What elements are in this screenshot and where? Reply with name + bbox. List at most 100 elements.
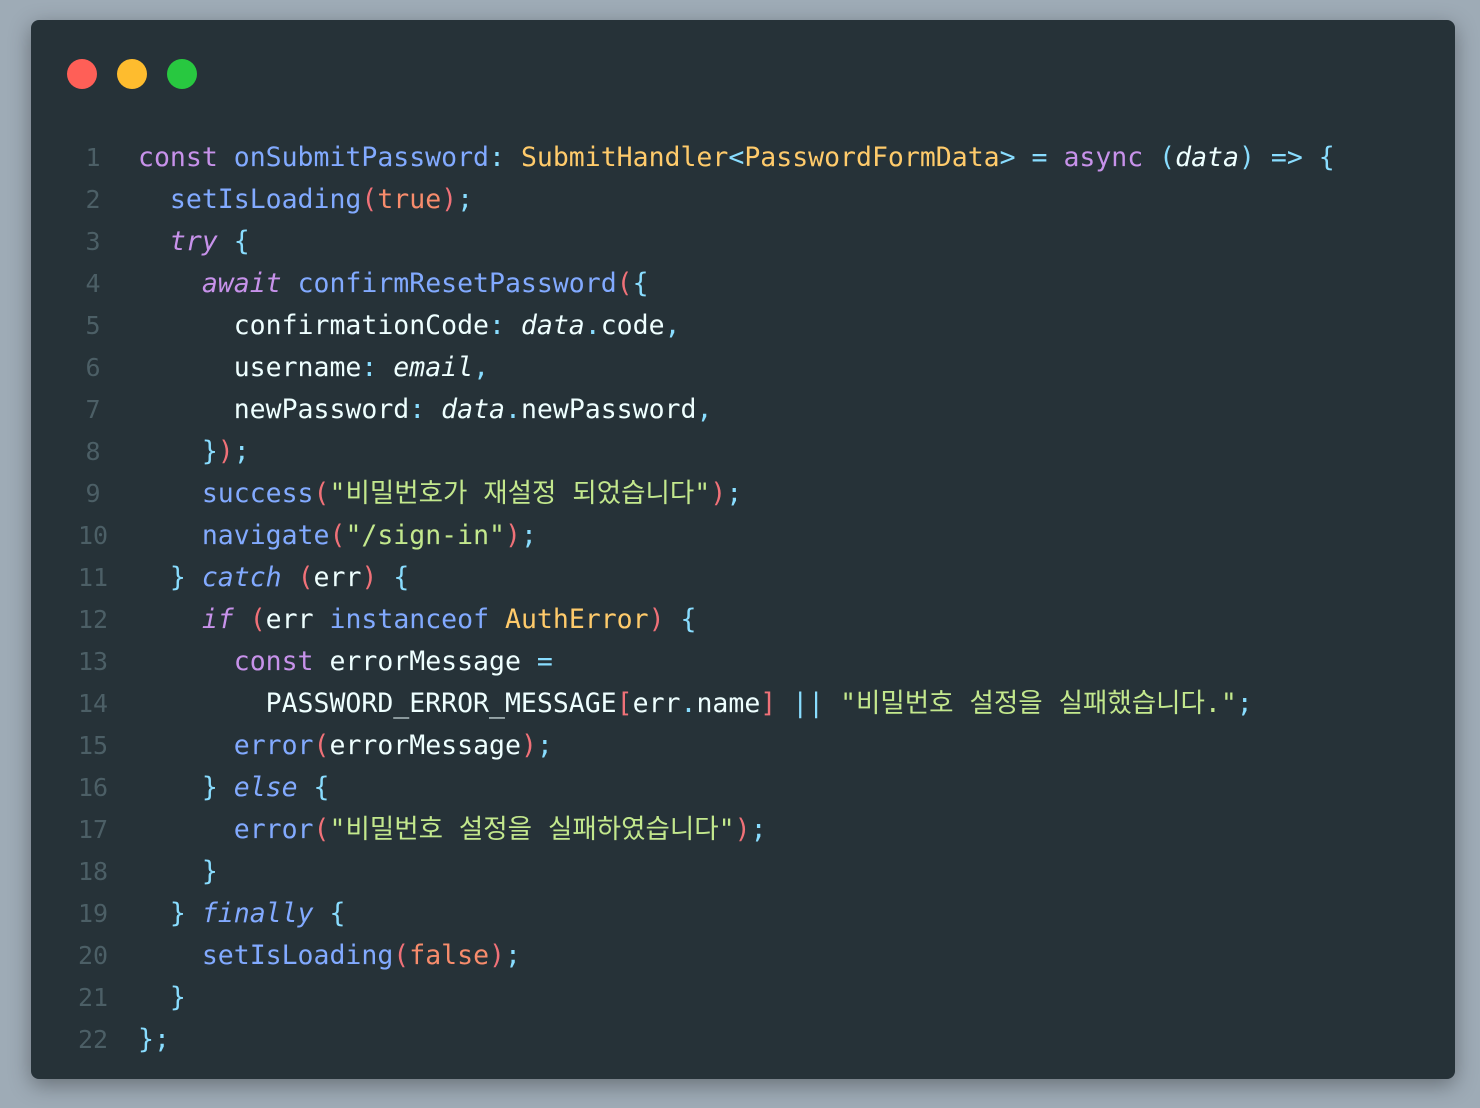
code-token: [ [616,688,633,719]
code-token: ( [1159,142,1176,173]
line-number: 1 [85,143,101,172]
code-token: } [201,436,218,467]
code-token: async [1063,142,1160,173]
code-line: 20 setIsLoading(false); [31,935,1455,977]
code-token: } [169,562,202,593]
code-token: , [696,394,713,425]
code-token: false [409,940,490,971]
code-line: 18 } [31,851,1455,893]
code-token: }; [138,1024,170,1055]
code-token: await [201,268,298,299]
code-line: 2 setIsLoading(true); [31,179,1455,221]
code-text: newPassword: data.newPassword, [138,389,713,431]
code-token: ; [233,436,250,467]
code-token: = [536,646,553,677]
code-text: success("비밀번호가 재설정 되었습니다"); [138,473,742,515]
code-token: : [361,352,394,383]
close-dot-icon[interactable] [67,59,97,89]
code-token: "비밀번호가 재설정 되었습니다" [329,478,711,509]
code-token: : [489,142,521,173]
code-token: > = [999,142,1064,173]
code-token: setIsLoading [201,940,394,971]
minimize-dot-icon[interactable] [117,59,147,89]
maximize-dot-icon[interactable] [167,59,197,89]
code-token: ] [760,688,777,719]
line-number: 18 [77,857,109,886]
code-token: ) [520,730,537,761]
code-token: data [520,310,585,341]
code-token: { [297,772,330,803]
code-token: data [441,394,505,425]
code-line: 5 confirmationCode: data.code, [31,305,1455,347]
code-text: error("비밀번호 설정을 실패하였습니다"); [138,809,767,851]
line-number: 4 [85,269,101,298]
code-token: error [233,814,314,845]
code-line: 3 try { [31,221,1455,263]
code-token: PASSWORD_ERROR_MESSAGE [138,688,617,719]
code-window: 1 const onSubmitPassword: SubmitHandler<P… [31,20,1455,1079]
line-number: 11 [77,563,109,592]
code-token: if [201,604,250,635]
code-token: ( [313,478,330,509]
code-token: ; [536,730,553,761]
code-token: { [377,562,410,593]
code-text: }); [138,431,250,473]
line-number: 21 [77,983,109,1012]
code-line: 19 } finally { [31,893,1455,935]
code-token: errorMessage [329,730,521,761]
code-text: await confirmResetPassword({ [138,263,649,305]
line-number: 3 [85,227,101,256]
code-token: . [584,310,601,341]
code-token: onSubmitPassword [233,142,490,173]
code-token: PasswordFormData [744,142,1000,173]
code-text: }; [138,1019,170,1061]
code-token: . [504,394,521,425]
line-number: 20 [77,941,109,970]
line-number: 2 [85,185,101,214]
code-token: ( [329,520,346,551]
line-number: 19 [77,899,109,928]
code-token: success [201,478,314,509]
code-token: username [138,352,362,383]
code-line: 11 } catch (err) { [31,557,1455,599]
code-token: ; [726,478,743,509]
code-token: ; [457,184,474,215]
code-line: 8 }); [31,431,1455,473]
code-token: { [217,226,250,257]
code-line: 17 error("비밀번호 설정을 실패하였습니다"); [31,809,1455,851]
code-text: const errorMessage = [138,641,553,683]
code-token: AuthError [505,604,649,635]
code-token: instanceof [329,604,505,635]
code-token: ; [1236,688,1253,719]
code-text: setIsLoading(true); [138,179,473,221]
code-token: < [728,142,745,173]
code-token: ) [489,940,505,971]
code-token: const [138,142,234,173]
code-token: confirmationCode [138,310,489,341]
code-token: ( [313,814,330,845]
code-text: } [138,851,218,893]
code-line: 7 newPassword: data.newPassword, [31,389,1455,431]
code-token: code [600,310,665,341]
code-token: data [1175,142,1239,173]
code-line: 13 const errorMessage = [31,641,1455,683]
code-token: setIsLoading [169,184,362,215]
code-text: } [138,977,186,1019]
code-line: 10 navigate("/sign-in"); [31,515,1455,557]
code-line: 15 error(errorMessage); [31,725,1455,767]
code-token: , [664,310,681,341]
code-token: : [489,310,521,341]
code-token: "/sign-in" [345,520,505,551]
code-text: const onSubmitPassword: SubmitHandler<Pa… [138,137,1335,179]
code-token: error [233,730,314,761]
code-token: || [776,688,841,719]
line-number: 14 [77,689,109,718]
code-text: try { [138,221,250,263]
